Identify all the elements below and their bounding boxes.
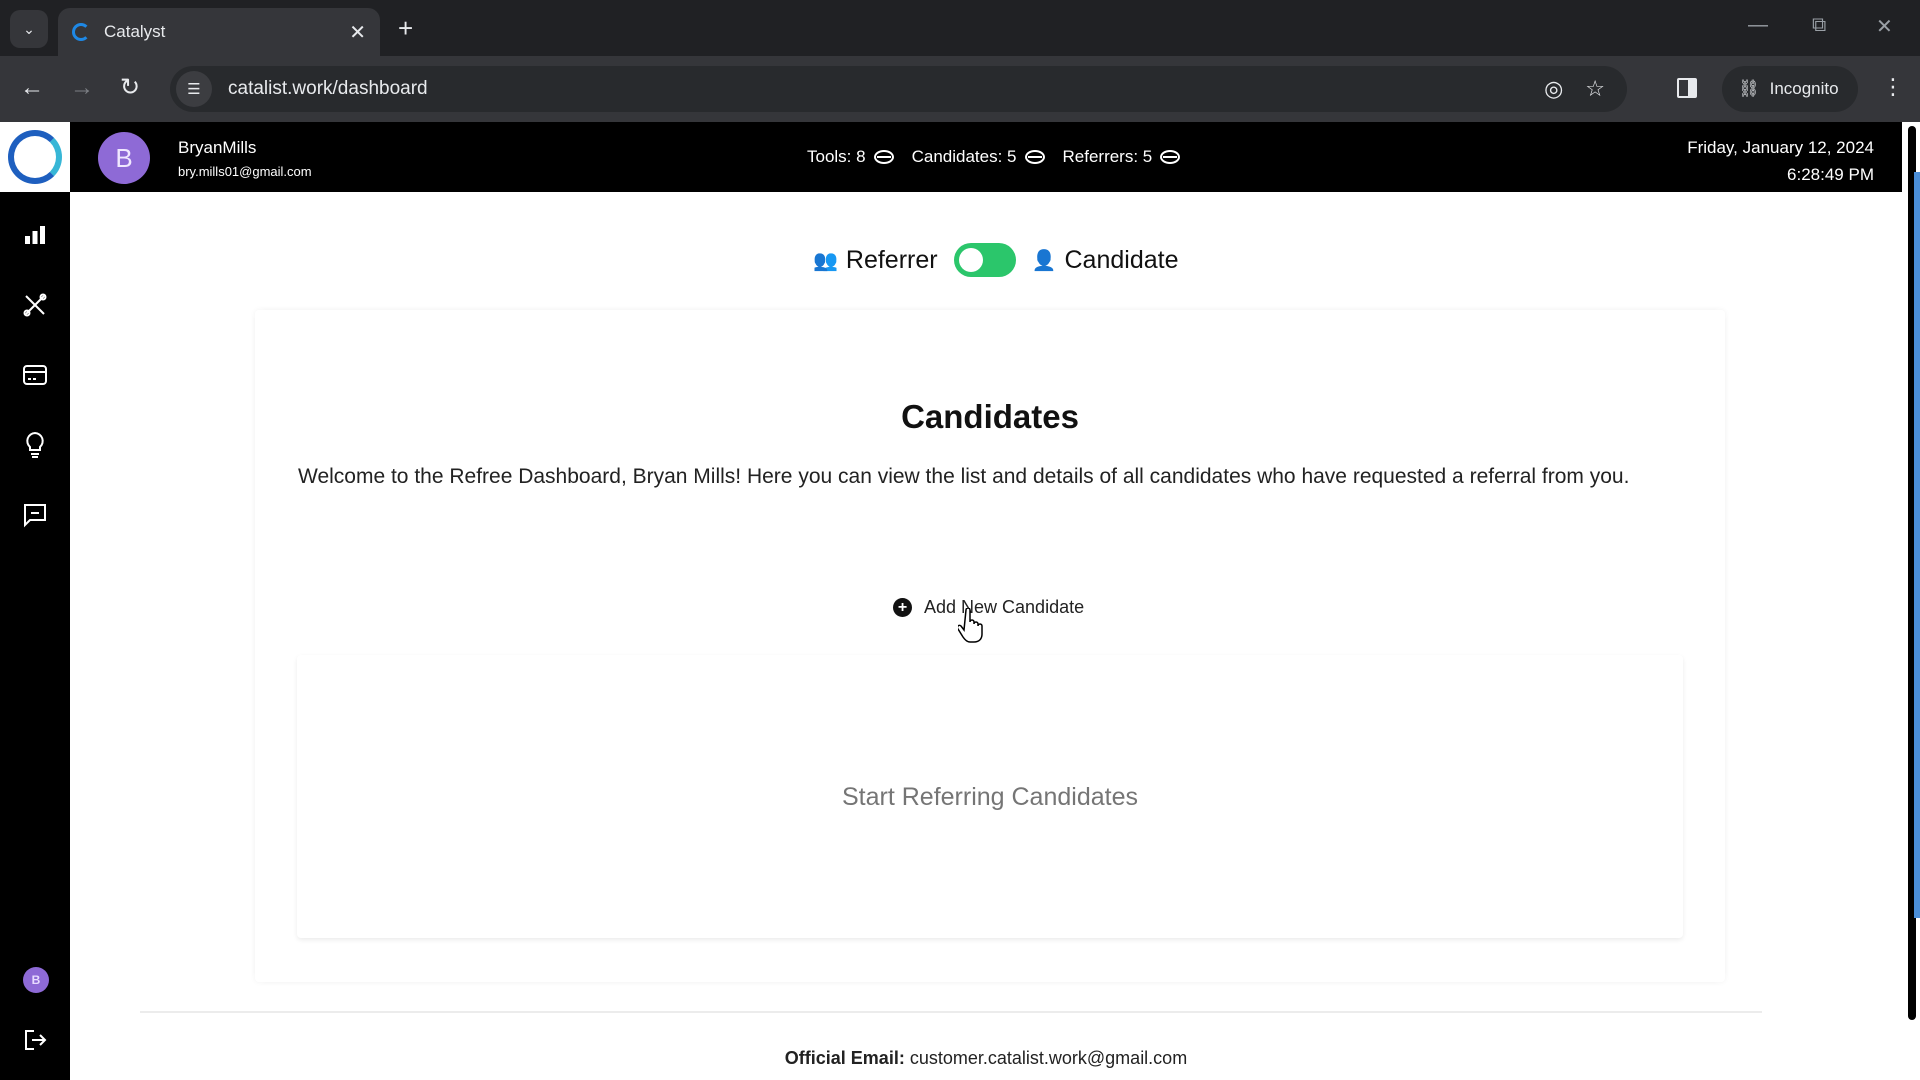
bar-chart-icon <box>25 226 45 244</box>
browser-tab[interactable]: Catalyst ✕ <box>58 8 380 56</box>
lightbulb-icon <box>26 431 44 458</box>
datetime: Friday, January 12, 2024 6:28:49 PM <box>1687 134 1874 188</box>
add-new-candidate-label: Add New Candidate <box>924 597 1085 617</box>
browser-menu-icon[interactable]: ⋮ <box>1882 74 1904 100</box>
catalyst-logo-icon <box>8 130 62 184</box>
url-text[interactable]: catalist.work/dashboard <box>228 78 1544 100</box>
sidebar-item-ideas[interactable] <box>20 430 50 460</box>
footer: Official Email: customer.catalist.work@g… <box>0 1048 1902 1069</box>
page-title: Candidates <box>901 398 1079 435</box>
toggle-knob <box>958 248 983 272</box>
stat-referrers: Referrers: 5 <box>1063 147 1181 167</box>
current-time: 6:28:49 PM <box>1787 165 1874 184</box>
sidebar-item-dashboard[interactable] <box>20 220 50 250</box>
incognito-icon: ⛓ <box>1738 79 1760 98</box>
stat-label: Referrers: 5 <box>1062 147 1153 166</box>
tab-title: Catalyst <box>104 22 166 41</box>
stat-label: Candidates: 5 <box>911 147 1017 166</box>
official-email-value[interactable]: customer.catalist.work@gmail.com <box>910 1048 1187 1068</box>
side-panel-icon[interactable] <box>1677 78 1697 98</box>
mode-toggle-row: 👥 Referrer 👤 Candidate <box>813 243 1178 277</box>
hand-cursor-icon <box>958 608 983 643</box>
footer-divider <box>140 1011 1762 1013</box>
browser-tab-strip: ⌄ Catalyst ✕ + — ⧉ ✕ <box>0 0 1920 56</box>
empty-state-text: Start Referring Candidates <box>842 783 1138 811</box>
current-date: Friday, January 12, 2024 <box>1687 138 1874 157</box>
site-info-icon[interactable]: ☰ <box>176 71 212 107</box>
referrer-label[interactable]: Referrer <box>846 246 938 275</box>
coin-icon <box>1024 150 1045 164</box>
user-name: BryanMills <box>178 138 257 157</box>
candidates-panel: Candidates Welcome to the Refree Dashboa… <box>255 310 1725 982</box>
incognito-label: Incognito <box>1769 79 1839 98</box>
reload-button[interactable]: ↻ <box>120 73 140 103</box>
plus-circle-icon: + <box>893 598 912 617</box>
message-icon <box>24 504 46 528</box>
stat-label: Tools: 8 <box>807 147 866 166</box>
sidebar-item-payments[interactable] <box>20 360 50 390</box>
page-scrollbar[interactable] <box>1902 122 1920 1080</box>
forward-button[interactable]: → <box>70 73 94 103</box>
sidebar-item-tools[interactable] <box>20 290 50 320</box>
minimize-icon[interactable]: — <box>1748 14 1768 37</box>
coin-icon <box>1160 150 1181 164</box>
card-icon <box>23 365 47 385</box>
user-avatar[interactable]: B <box>98 132 150 184</box>
user-email: bry.mills01@gmail.com <box>178 164 312 179</box>
eye-off-icon[interactable]: ◎ <box>1544 76 1563 102</box>
stats-bar: Tools: 8 Candidates: 5 Referrers: 5 <box>807 147 1181 167</box>
app-header: B BryanMills bry.mills01@gmail.com Tools… <box>70 122 1902 192</box>
official-email-label: Official Email: <box>784 1048 905 1068</box>
sidebar: B <box>0 122 70 1080</box>
bookmark-star-icon[interactable]: ☆ <box>1585 76 1605 102</box>
stat-candidates: Candidates: 5 <box>912 147 1045 167</box>
tools-icon <box>23 293 47 317</box>
mode-toggle-switch[interactable] <box>953 243 1016 277</box>
browser-toolbar: ← → ↻ ☰ catalist.work/dashboard ◎ ☆ ⛓ In… <box>0 56 1920 122</box>
close-tab-icon[interactable]: ✕ <box>349 20 366 45</box>
candidates-list: Start Referring Candidates <box>297 655 1683 938</box>
catalyst-favicon-icon <box>72 23 90 41</box>
scrollbar-thumb[interactable] <box>1914 172 1920 918</box>
add-new-candidate-button[interactable]: + Add New Candidate <box>893 597 1084 618</box>
app-logo[interactable] <box>0 122 70 192</box>
welcome-text: Welcome to the Refree Dashboard, Bryan M… <box>298 465 1630 488</box>
close-window-icon[interactable]: ✕ <box>1876 14 1893 39</box>
chevron-down-icon: ⌄ <box>23 20 35 37</box>
new-tab-button[interactable]: + <box>398 12 413 44</box>
coin-icon <box>873 150 894 164</box>
tab-search-button[interactable]: ⌄ <box>10 10 48 48</box>
back-button[interactable]: ← <box>20 73 44 103</box>
candidate-label[interactable]: Candidate <box>1065 246 1179 275</box>
address-bar[interactable]: ☰ catalist.work/dashboard ◎ ☆ <box>170 66 1627 112</box>
users-group-icon: 👥 <box>813 249 838 272</box>
sidebar-item-messages[interactable] <box>20 500 50 530</box>
incognito-indicator[interactable]: ⛓ Incognito <box>1722 66 1858 112</box>
stat-tools: Tools: 8 <box>807 147 894 167</box>
sidebar-avatar[interactable]: B <box>23 967 49 993</box>
restore-icon[interactable]: ⧉ <box>1812 14 1826 37</box>
user-tie-icon: 👤 <box>1031 249 1057 272</box>
